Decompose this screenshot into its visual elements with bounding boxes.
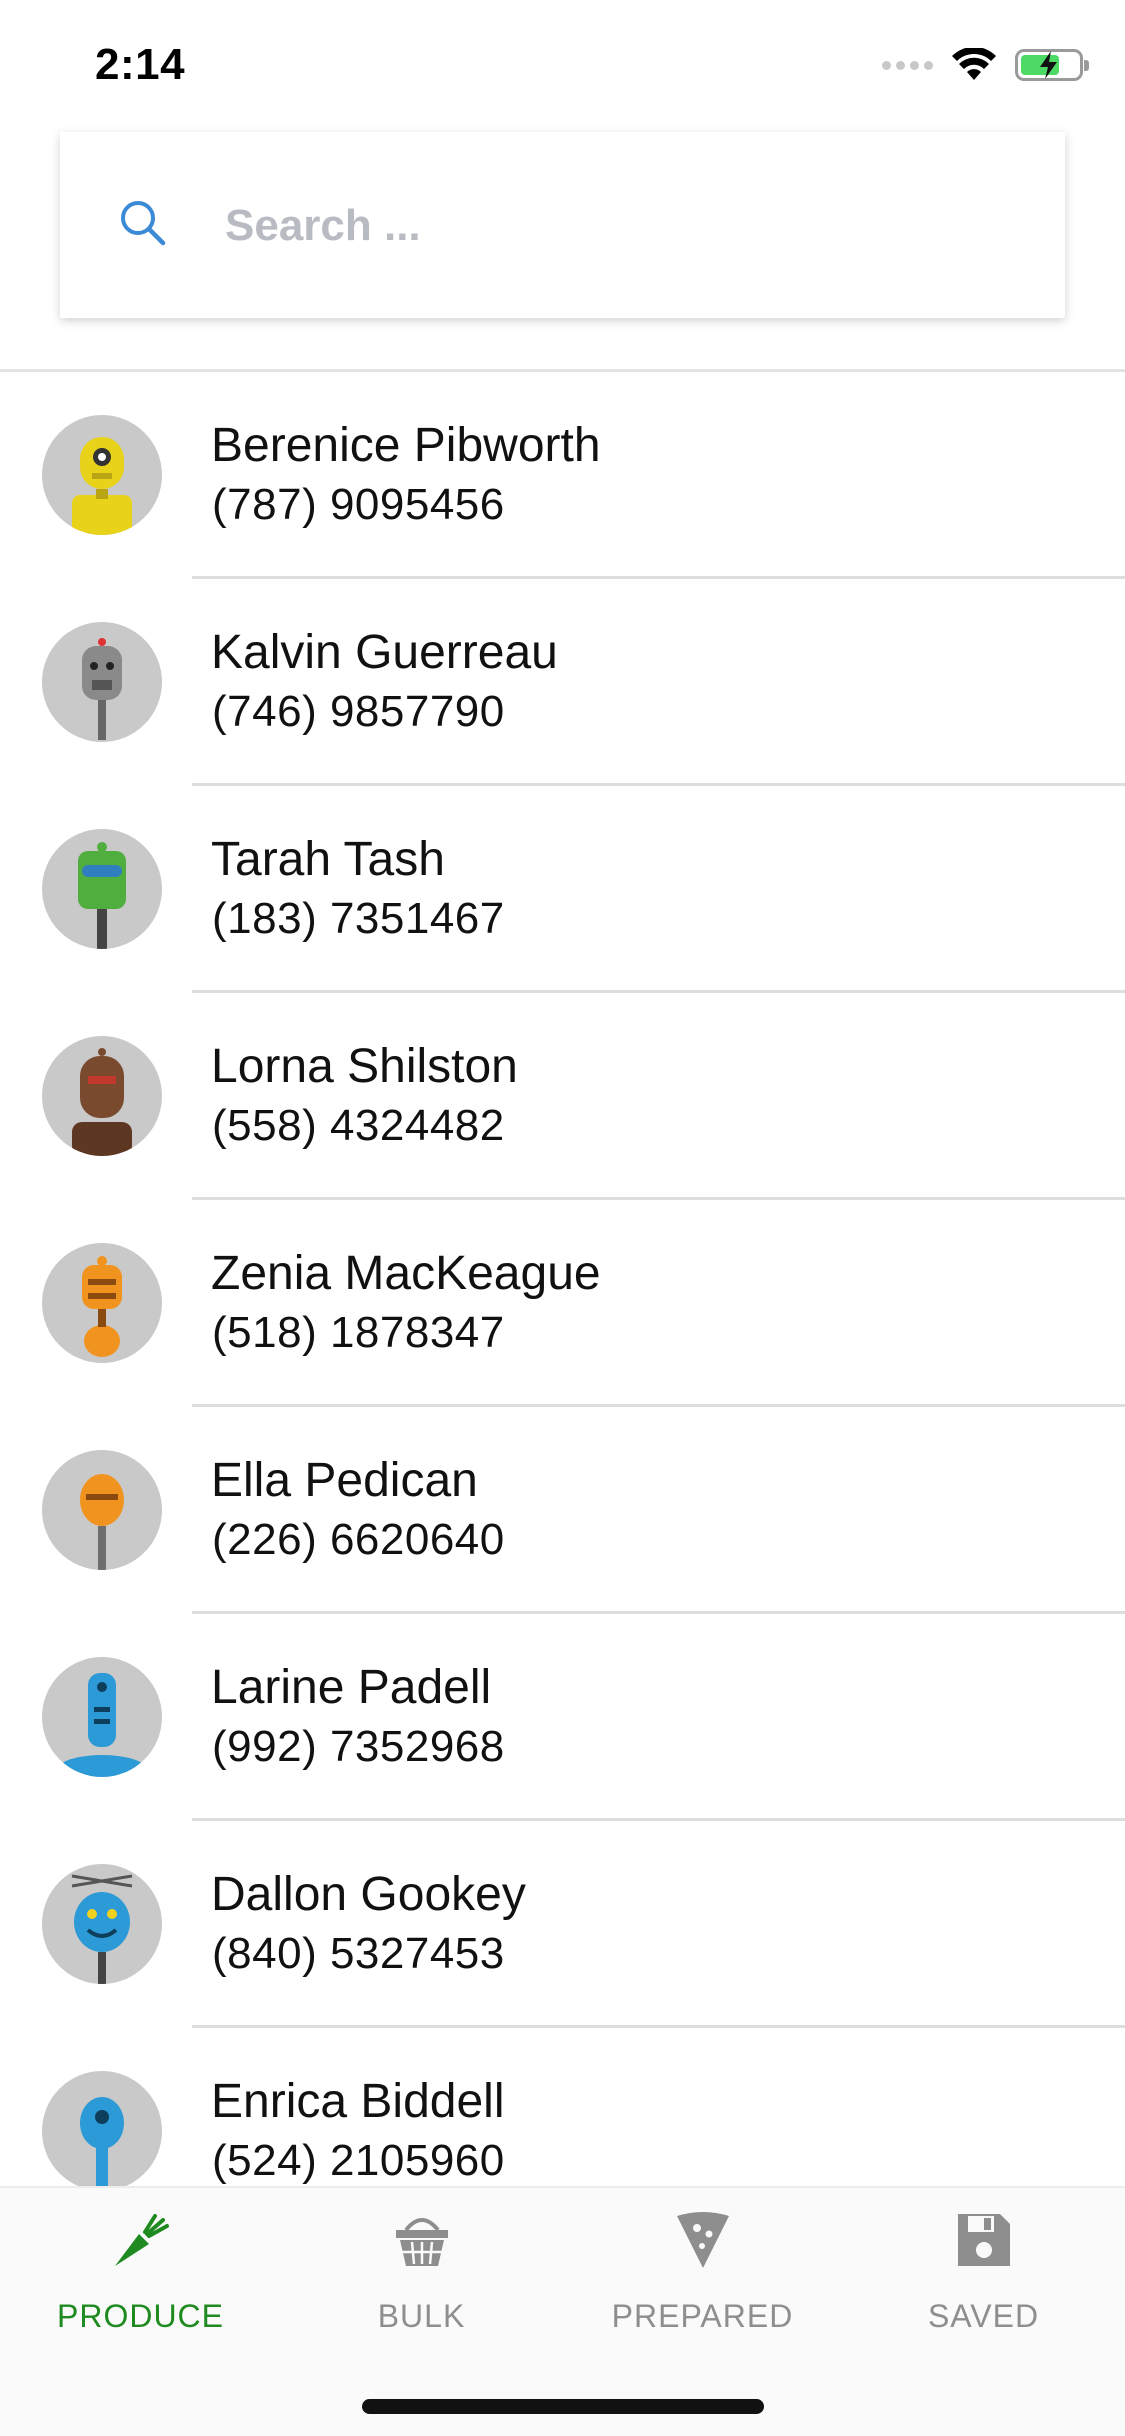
avatar xyxy=(42,415,162,535)
status-bar: 2:14 xyxy=(0,0,1125,130)
contact-phone: (226) 6620640 xyxy=(212,1515,505,1564)
contact-list[interactable]: Berenice Pibworth (787) 9095456 Kalvin G… xyxy=(0,372,1125,2186)
avatar xyxy=(42,1864,162,1984)
contact-phone: (992) 7352968 xyxy=(212,1722,505,1771)
basket-icon xyxy=(395,2218,448,2266)
contact-name: Enrica Biddell xyxy=(211,2075,505,2128)
tab-label: SAVED xyxy=(927,2298,1040,2334)
list-item[interactable]: Berenice Pibworth (787) 9095456 xyxy=(0,372,1125,579)
search-input[interactable] xyxy=(225,184,1025,268)
list-item[interactable]: Lorna Shilston (558) 4324482 xyxy=(0,993,1125,1200)
tab-label: PRODUCE xyxy=(56,2298,224,2334)
tab-label: BULK xyxy=(377,2298,466,2334)
contact-name: Larine Padell xyxy=(211,1661,492,1714)
avatar xyxy=(42,622,162,742)
avatar xyxy=(42,1450,162,1570)
contact-name: Lorna Shilston xyxy=(211,1040,518,1093)
contact-name: Tarah Tash xyxy=(211,833,445,886)
contact-phone: (183) 7351467 xyxy=(212,894,505,943)
home-indicator[interactable] xyxy=(362,2399,764,2414)
cellular-signal-icon xyxy=(882,60,933,70)
list-item[interactable]: Ella Pedican (226) 6620640 xyxy=(0,1407,1125,1614)
wifi-icon xyxy=(952,48,996,80)
tab-label: PREPARED xyxy=(611,2298,794,2334)
pizza-slice-icon xyxy=(676,2212,729,2268)
status-indicators xyxy=(882,48,1089,82)
contact-phone: (518) 1878347 xyxy=(212,1308,505,1357)
list-item[interactable]: Zenia MacKeague (518) 1878347 xyxy=(0,1200,1125,1407)
carrot-icon xyxy=(114,2214,169,2266)
battery-icon xyxy=(1015,49,1089,81)
contact-name: Kalvin Guerreau xyxy=(211,626,558,679)
tab-prepared[interactable]: PREPARED xyxy=(562,2188,843,2368)
list-item[interactable]: Kalvin Guerreau (746) 9857790 xyxy=(0,579,1125,786)
tab-produce[interactable]: PRODUCE xyxy=(0,2188,281,2368)
contact-phone: (787) 9095456 xyxy=(212,480,505,529)
contact-name: Zenia MacKeague xyxy=(211,1247,601,1300)
contact-phone: (524) 2105960 xyxy=(212,2136,505,2185)
list-item[interactable]: Tarah Tash (183) 7351467 xyxy=(0,786,1125,993)
contact-phone: (558) 4324482 xyxy=(212,1101,505,1150)
avatar xyxy=(42,2071,162,2186)
contact-phone: (746) 9857790 xyxy=(212,687,505,736)
search-bar xyxy=(60,132,1065,318)
avatar xyxy=(42,1036,162,1156)
contact-name: Berenice Pibworth xyxy=(211,419,601,472)
status-time: 2:14 xyxy=(95,40,186,89)
search-icon[interactable] xyxy=(118,198,168,248)
tab-bulk[interactable]: BULK xyxy=(281,2188,562,2368)
list-item[interactable]: Dallon Gookey (840) 5327453 xyxy=(0,1821,1125,2028)
list-item[interactable]: Larine Padell (992) 7352968 xyxy=(0,1614,1125,1821)
avatar xyxy=(42,829,162,949)
avatar xyxy=(42,1243,162,1363)
list-item[interactable]: Enrica Biddell (524) 2105960 xyxy=(0,2028,1125,2186)
tab-saved[interactable]: SAVED xyxy=(843,2188,1124,2368)
contact-phone: (840) 5327453 xyxy=(212,1929,505,1978)
floppy-disk-icon xyxy=(957,2214,1010,2266)
avatar xyxy=(42,1657,162,1777)
contact-name: Dallon Gookey xyxy=(211,1868,526,1921)
contact-name: Ella Pedican xyxy=(211,1454,478,1507)
